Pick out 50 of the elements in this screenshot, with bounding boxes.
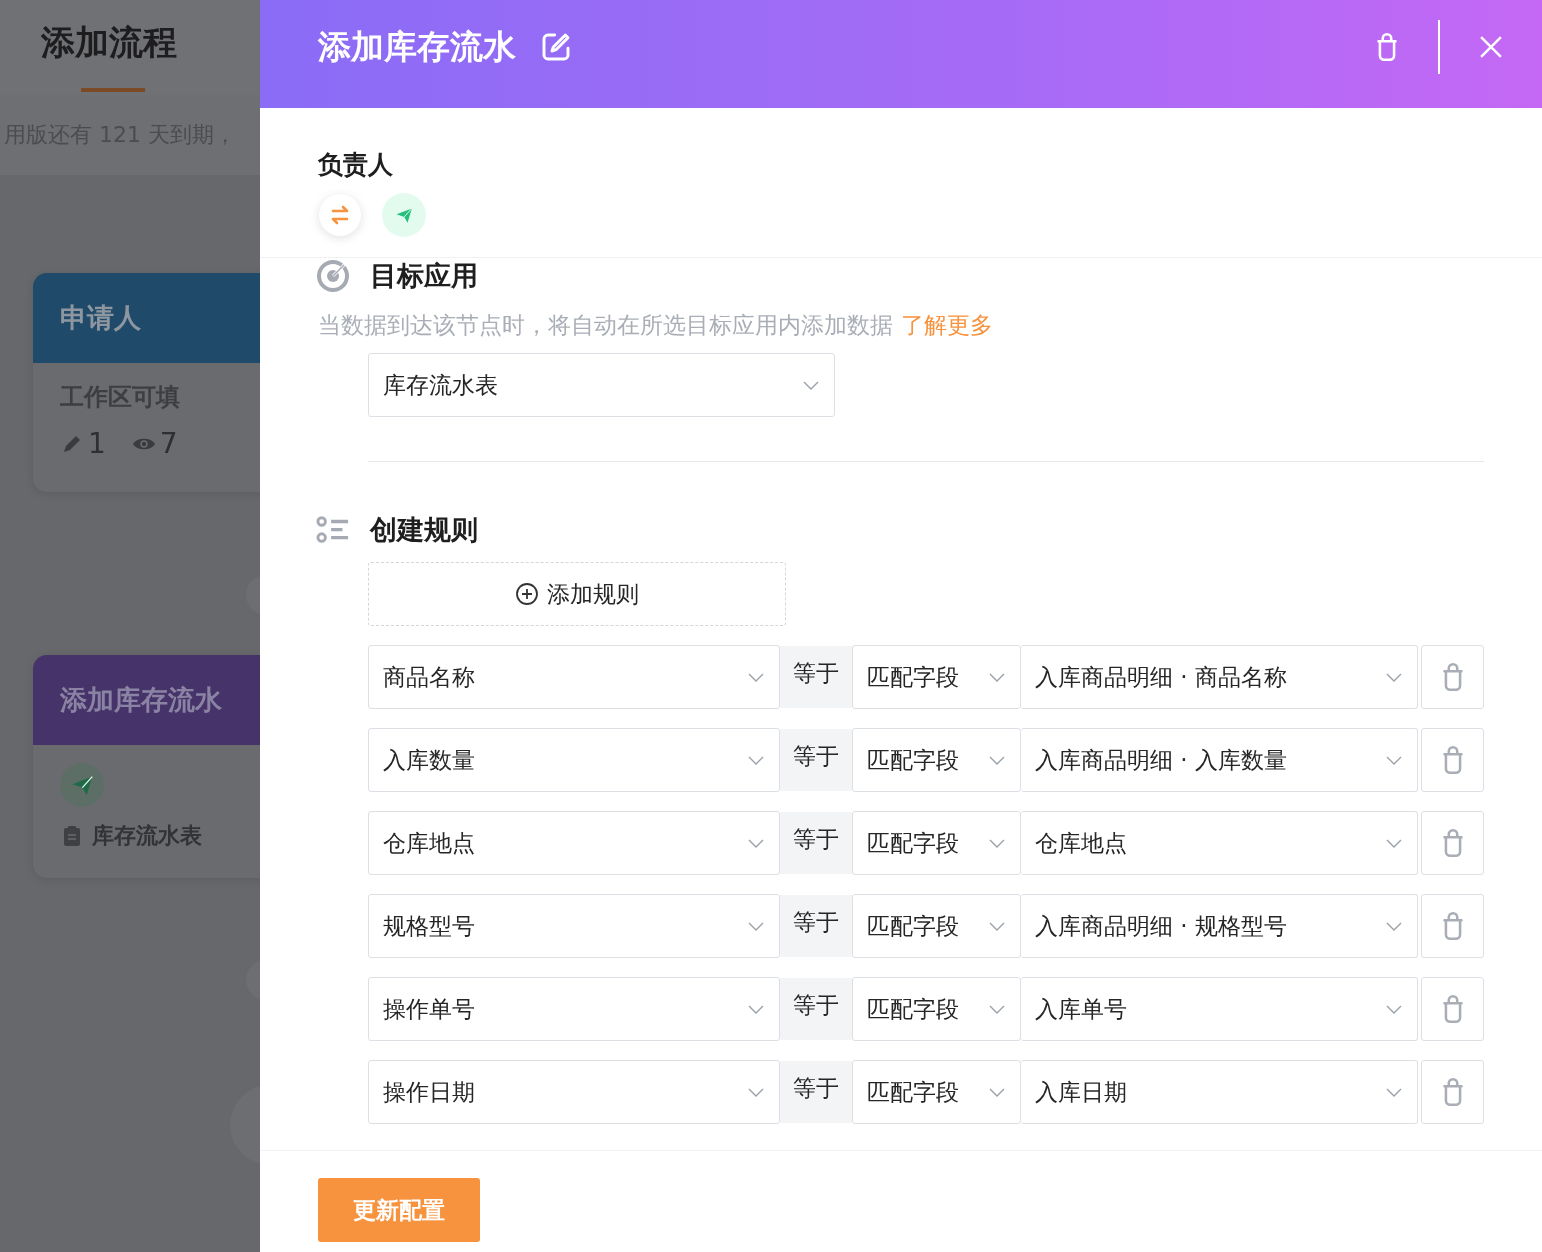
description-text: 当数据到达该节点时，将自动在所选目标应用内添加数据 [318,311,893,340]
app-select[interactable]: 库存流水表 [368,353,835,417]
paper-plane-icon [60,763,104,807]
delete-button[interactable] [1421,894,1484,958]
value-select[interactable]: 入库商品明细 · 规格型号 [1021,894,1418,958]
section-title: 创建规则 [370,513,478,547]
target-icon [316,260,350,292]
delete-button[interactable] [1421,645,1484,709]
operator-label: 等于 [780,1061,852,1123]
delete-button[interactable] [1421,811,1484,875]
add-rule-button[interactable]: 添加规则 [368,562,786,626]
node-title: 添加库存流水 [60,683,222,717]
plus-circle-icon [515,582,539,606]
field-select[interactable]: 操作单号 [368,977,780,1041]
delete-button[interactable] [1421,977,1484,1041]
paper-plane-icon[interactable] [382,193,426,237]
operator-label: 等于 [780,646,852,708]
value-select[interactable]: 入库商品明细 · 商品名称 [1021,645,1418,709]
page-title: 添加流程 [40,21,178,64]
operator-label: 等于 [780,978,852,1040]
delete-button[interactable] [1421,728,1484,792]
edit-icon[interactable] [540,31,572,63]
drawer-title: 添加库存流水 [318,25,516,68]
mode-select[interactable]: 匹配字段 [852,894,1021,958]
mode-select[interactable]: 匹配字段 [852,977,1021,1041]
view-count: 7 [159,427,178,460]
field-select[interactable]: 仓库地点 [368,811,780,875]
mode-select[interactable]: 匹配字段 [852,645,1021,709]
section-title: 目标应用 [370,259,478,293]
edit-count: 1 [88,427,106,460]
node-title: 申请人 [60,301,141,335]
list-icon [316,514,350,546]
field-select[interactable]: 规格型号 [368,894,780,958]
value-select[interactable]: 入库商品明细 · 入库数量 [1021,728,1418,792]
field-select[interactable]: 商品名称 [368,645,780,709]
mode-select[interactable]: 匹配字段 [852,811,1021,875]
delete-button[interactable] [1421,1060,1484,1124]
mode-select[interactable]: 匹配字段 [852,728,1021,792]
tab-underline [80,88,145,92]
operator-label: 等于 [780,729,852,791]
field-select[interactable]: 操作日期 [368,1060,780,1124]
field-select[interactable]: 入库数量 [368,728,780,792]
operator-label: 等于 [780,812,852,874]
section-label: 负责人 [318,149,394,181]
table-name: 库存流水表 [92,822,202,850]
value-select[interactable]: 入库单号 [1021,977,1418,1041]
operator-label: 等于 [780,895,852,957]
value-select[interactable]: 仓库地点 [1021,811,1418,875]
mode-select[interactable]: 匹配字段 [852,1060,1021,1124]
value-select[interactable]: 入库日期 [1021,1060,1418,1124]
